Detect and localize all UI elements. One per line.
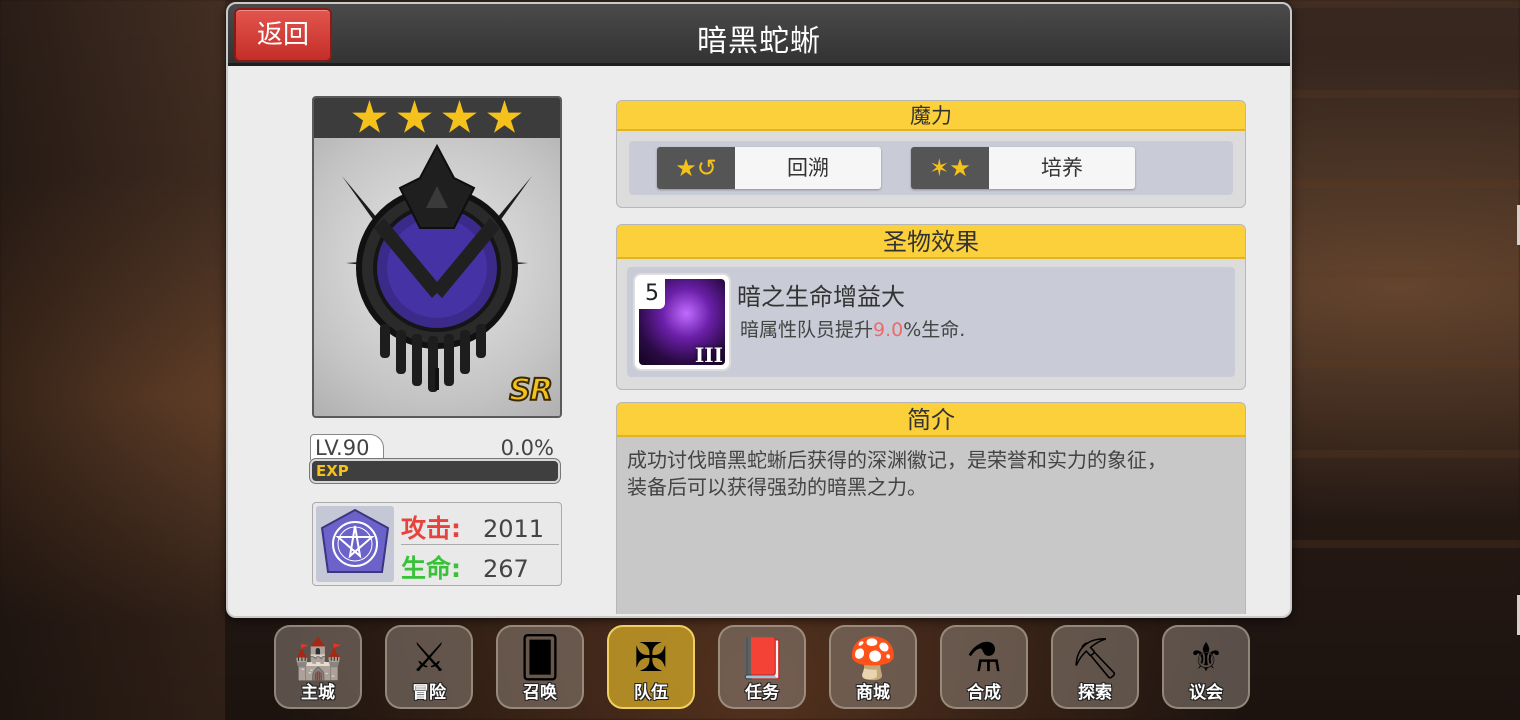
back-button[interactable]: 返回 bbox=[234, 8, 332, 62]
star-icon bbox=[352, 100, 387, 133]
relic-effect-panel: 圣物效果 5 III 暗之生命增益大 暗属性队员提升9.0%生命. bbox=[616, 224, 1246, 390]
castle-icon: 🏰 bbox=[293, 636, 343, 682]
nav-council[interactable]: ⚜ 议会 bbox=[1162, 625, 1250, 709]
background-shelf bbox=[1290, 0, 1520, 620]
skill-rank: III bbox=[694, 343, 723, 367]
page-title: 暗黑蛇蜥 bbox=[697, 24, 821, 59]
nav-team[interactable]: ✠ 队伍 bbox=[607, 625, 695, 709]
train-button[interactable]: ✶★ 培养 bbox=[911, 147, 1135, 189]
rewind-button[interactable]: ★↺ 回溯 bbox=[657, 147, 881, 189]
intro-text: 成功讨伐暗黑蛇蜥后获得的深渊徽记，是荣誉和实力的象征， 装备后可以获得强劲的暗黑… bbox=[627, 447, 1237, 501]
effect-entry: 5 III 暗之生命增益大 暗属性队员提升9.0%生命. bbox=[627, 267, 1235, 377]
train-star-icon: ✶★ bbox=[911, 147, 989, 189]
skill-desc-value: 9.0 bbox=[873, 319, 904, 341]
exp-bar: EXP bbox=[310, 459, 560, 483]
wings-crest-icon: ✠ bbox=[634, 635, 668, 681]
skill-desc-prefix: 暗属性队员提升 bbox=[740, 319, 874, 341]
rarity-badge: SR bbox=[508, 372, 554, 409]
hp-row: 生命: 267 bbox=[401, 547, 559, 585]
skill-name: 暗之生命增益大 bbox=[737, 283, 905, 311]
hp-value: 267 bbox=[483, 555, 529, 583]
star-icon bbox=[442, 100, 477, 133]
nav-main-city[interactable]: 🏰 主城 bbox=[274, 625, 362, 709]
nav-summon[interactable]: 🂠 召唤 bbox=[496, 625, 584, 709]
relic-detail-dialog: 暗黑蛇蜥 返回 SR LV.90 0.0% EXP 攻击: 2011 生命: 2… bbox=[226, 2, 1292, 618]
skill-desc-suffix: %生命. bbox=[903, 319, 966, 341]
attack-row: 攻击: 2011 bbox=[401, 507, 559, 545]
rewind-star-icon: ★↺ bbox=[657, 147, 735, 189]
exp-label: EXP bbox=[316, 462, 349, 480]
mushroom-shop-icon: 🍄 bbox=[848, 636, 898, 682]
train-label: 培养 bbox=[989, 147, 1135, 189]
exp-percent: 0.0% bbox=[500, 436, 554, 460]
potion-icon: ⚗ bbox=[966, 635, 1002, 681]
nav-shop[interactable]: 🍄 商城 bbox=[829, 625, 917, 709]
axe-icon: ⚔ bbox=[411, 635, 447, 681]
skill-level: 5 bbox=[639, 279, 665, 309]
nav-explore[interactable]: ⛏ 探索 bbox=[1051, 625, 1139, 709]
hp-label: 生命: bbox=[401, 554, 461, 583]
relic-card: SR bbox=[312, 96, 562, 418]
intro-line: 装备后可以获得强劲的暗黑之力。 bbox=[627, 475, 927, 499]
nav-adventure[interactable]: ⚔ 冒险 bbox=[385, 625, 473, 709]
nav-label: 冒险 bbox=[412, 683, 446, 703]
card-icon: 🂠 bbox=[519, 635, 561, 681]
title-bar: 暗黑蛇蜥 返回 bbox=[228, 4, 1290, 66]
level-label: LV.90 bbox=[310, 434, 384, 460]
skill-icon[interactable]: 5 III bbox=[633, 273, 731, 371]
nav-label: 议会 bbox=[1189, 683, 1223, 703]
stats-box: 攻击: 2011 生命: 267 bbox=[312, 502, 562, 586]
attack-label: 攻击: bbox=[401, 514, 461, 543]
council-crest-icon: ⚜ bbox=[1188, 635, 1224, 681]
nav-quest[interactable]: 📕 任务 bbox=[718, 625, 806, 709]
nav-label: 探索 bbox=[1078, 683, 1112, 703]
relic-emblem-image: SR bbox=[314, 138, 560, 416]
intro-heading: 简介 bbox=[617, 403, 1245, 437]
attack-value: 2011 bbox=[483, 515, 545, 543]
shovel-icon: ⛏ bbox=[1069, 636, 1121, 682]
intro-panel: 简介 成功讨伐暗黑蛇蜥后获得的深渊徽记，是荣誉和实力的象征， 装备后可以获得强劲… bbox=[616, 402, 1246, 614]
star-icon bbox=[487, 100, 522, 133]
nav-label: 主城 bbox=[301, 683, 335, 703]
magic-heading: 魔力 bbox=[617, 101, 1245, 131]
magic-panel: 魔力 ★↺ 回溯 ✶★ 培养 bbox=[616, 100, 1246, 208]
nav-label: 队伍 bbox=[634, 683, 668, 703]
nav-label: 合成 bbox=[967, 683, 1001, 703]
star-icon bbox=[397, 100, 432, 133]
level-exp-display: LV.90 0.0% EXP bbox=[310, 434, 562, 486]
effect-heading: 圣物效果 bbox=[617, 225, 1245, 259]
background-left-shade bbox=[0, 0, 225, 720]
nav-craft[interactable]: ⚗ 合成 bbox=[940, 625, 1028, 709]
star-rating bbox=[314, 98, 560, 138]
rewind-label: 回溯 bbox=[735, 147, 881, 189]
pentagram-emblem-icon bbox=[316, 506, 394, 582]
nav-label: 召唤 bbox=[523, 683, 557, 703]
nav-label: 任务 bbox=[745, 683, 779, 703]
magic-actions: ★↺ 回溯 ✶★ 培养 bbox=[629, 141, 1233, 195]
book-icon: 📕 bbox=[737, 636, 787, 682]
intro-line: 成功讨伐暗黑蛇蜥后获得的深渊徽记，是荣誉和实力的象征， bbox=[627, 448, 1167, 472]
nav-label: 商城 bbox=[856, 683, 890, 703]
skill-description: 暗属性队员提升9.0%生命. bbox=[740, 315, 965, 342]
bottom-nav: 🏰 主城 ⚔ 冒险 🂠 召唤 ✠ 队伍 📕 任务 🍄 商城 ⚗ 合成 ⛏ 探索 … bbox=[274, 625, 1254, 715]
